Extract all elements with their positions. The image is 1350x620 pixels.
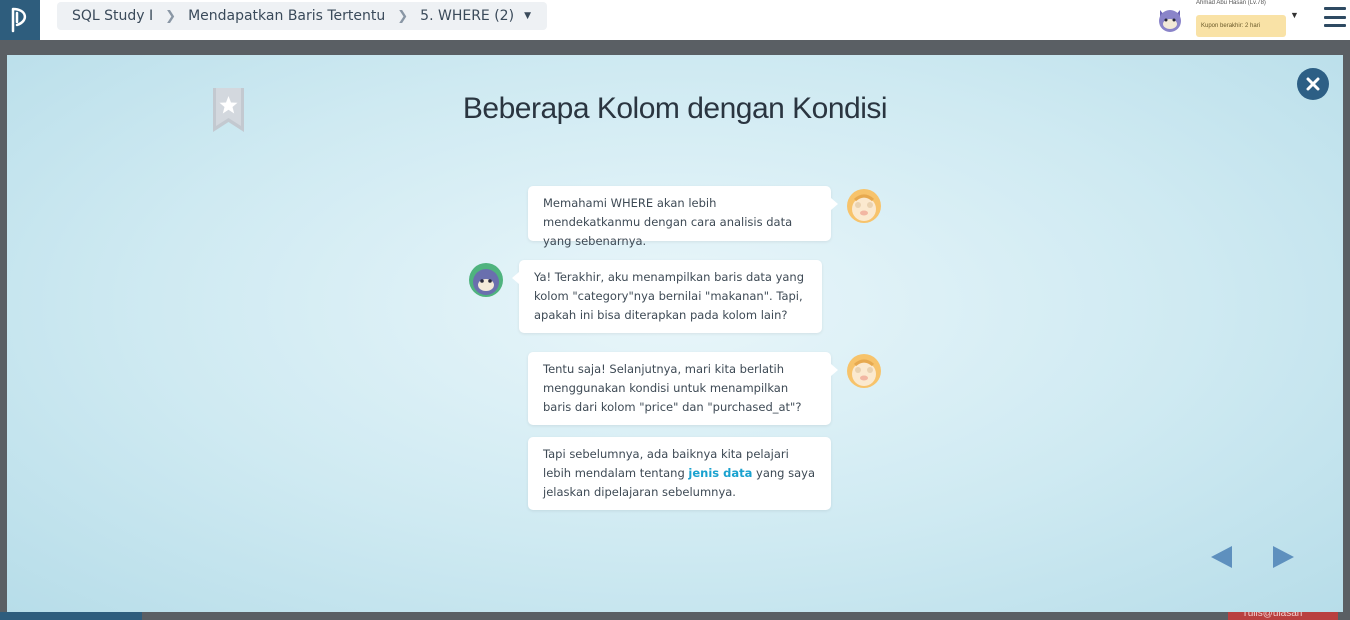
- caret-down-icon[interactable]: ▼: [524, 11, 531, 21]
- caret-down-icon[interactable]: ▼: [1290, 10, 1299, 20]
- breadcrumb-course[interactable]: SQL Study I: [72, 8, 153, 24]
- slide-title: Beberapa Kolom dengan Kondisi: [462, 92, 888, 125]
- user-avatar[interactable]: [1155, 4, 1185, 34]
- arrow-left-icon[interactable]: [1210, 545, 1234, 569]
- background-panel: [0, 612, 142, 620]
- student-avatar: [468, 262, 504, 298]
- chevron-right-icon: ❯: [165, 8, 177, 24]
- coupon-badge[interactable]: Kupon berakhir: 2 hari: [1196, 15, 1286, 37]
- chat-bubble-teacher: Tentu saja! Selanjutnya, mari kita berla…: [528, 352, 838, 425]
- chat-bubble-teacher: Tapi sebelumnya, ada baiknya kita pelaja…: [528, 437, 831, 510]
- progate-logo-icon[interactable]: [0, 0, 40, 40]
- data-type-link[interactable]: jenis data: [688, 466, 752, 480]
- user-name[interactable]: Ahmad Abu Hasan (Lv.78): [1196, 0, 1266, 6]
- breadcrumb-lesson[interactable]: 5. WHERE (2): [420, 8, 514, 24]
- chat-bubble-teacher: Memahami WHERE akan lebih mendekatkanmu …: [528, 186, 838, 248]
- breadcrumb: SQL Study I ❯ Mendapatkan Baris Tertentu…: [57, 2, 547, 30]
- slide-modal: Beberapa Kolom dengan Kondisi Memahami W…: [7, 55, 1343, 612]
- breadcrumb-section[interactable]: Mendapatkan Baris Tertentu: [188, 8, 385, 24]
- chat-bubble-student: Ya! Terakhir, aku menampilkan baris data…: [512, 260, 822, 333]
- top-bar: SQL Study I ❯ Mendapatkan Baris Tertentu…: [0, 0, 1350, 40]
- arrow-right-icon[interactable]: [1271, 545, 1295, 569]
- hamburger-menu-icon[interactable]: [1324, 7, 1346, 27]
- teacher-avatar: [846, 353, 882, 389]
- teacher-avatar: [846, 188, 882, 224]
- chevron-right-icon: ❯: [397, 8, 409, 24]
- close-icon[interactable]: [1297, 68, 1329, 100]
